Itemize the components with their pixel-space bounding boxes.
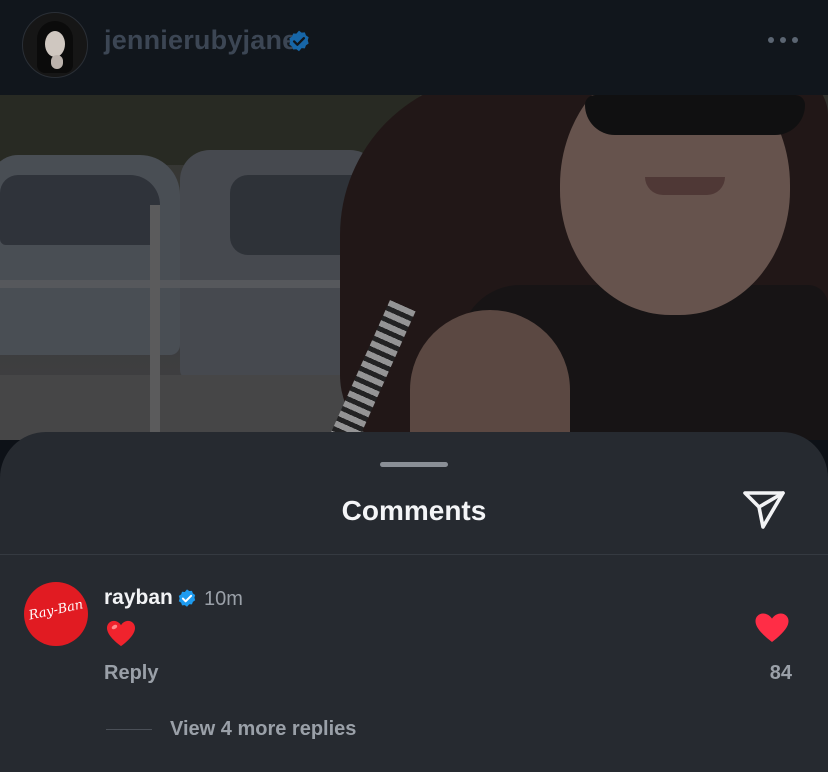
post-photo[interactable] (0, 95, 828, 440)
red-heart-emoji-icon (107, 620, 135, 647)
comment-timestamp: 10m (204, 588, 243, 610)
replies-divider-line (106, 729, 152, 730)
sheet-divider (0, 554, 828, 555)
verified-badge-icon (178, 589, 196, 607)
sheet-drag-handle[interactable] (380, 462, 448, 467)
more-dots-icon[interactable] (762, 28, 802, 52)
profile-avatar[interactable] (22, 12, 88, 78)
photo-dim-overlay (0, 95, 828, 440)
like-count: 84 (769, 662, 792, 684)
heart-filled-icon[interactable] (754, 612, 790, 644)
view-more-replies-button[interactable]: View 4 more replies (170, 718, 356, 741)
comments-sheet: Comments Ray-Ban rayban 10m Reply 84 Vie… (0, 432, 828, 772)
avatar-hand (51, 55, 63, 69)
commenter-avatar[interactable]: Ray-Ban (24, 582, 88, 646)
rayban-logo: Ray-Ban (27, 597, 85, 624)
post-username[interactable]: jennierubyjane (104, 25, 297, 56)
post-header: jennierubyjane (0, 0, 828, 95)
reply-button[interactable]: Reply (104, 662, 158, 685)
verified-badge-icon (289, 30, 309, 52)
avatar-face (45, 31, 65, 57)
sheet-title: Comments (341, 495, 487, 526)
send-icon[interactable] (741, 487, 787, 533)
commenter-username[interactable]: rayban (104, 586, 173, 610)
